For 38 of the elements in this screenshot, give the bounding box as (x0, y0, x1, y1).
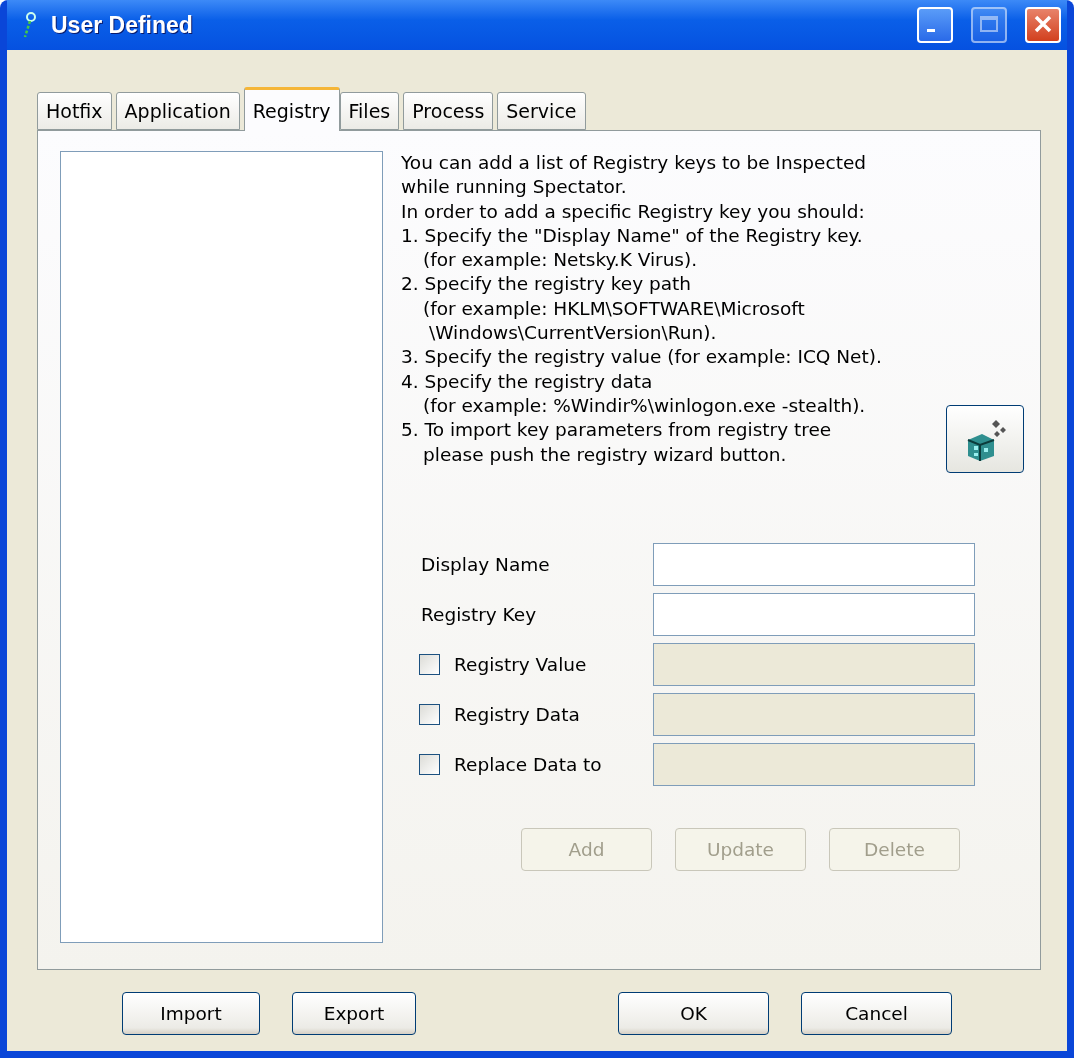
tab[interactable]: Application (115, 92, 240, 130)
minimize-icon (927, 29, 935, 32)
field-label: Registry Data (453, 703, 580, 725)
field-label: Registry Key (420, 603, 538, 625)
footer-button[interactable]: Import (122, 992, 260, 1035)
input-field[interactable] (653, 542, 975, 586)
minimize-button[interactable] (917, 7, 953, 43)
instruction-line: 1. Specify the "Display Name" of the Registry key. (401, 223, 864, 248)
close-icon (1034, 14, 1052, 33)
close-button[interactable] (1025, 7, 1061, 43)
field-label: Replace Data to (453, 753, 602, 775)
instruction-line: 5. To import key parameters from registry tree (401, 418, 833, 443)
instruction-line: 3. Specify the registry value (for example: ICQ Net). (401, 345, 882, 370)
instruction-line: (for example: Netsky.K Virus). (422, 248, 699, 273)
instruction-line: You can add a list of Registry keys to be Inspected (401, 151, 868, 175)
field-label: Display Name (420, 553, 551, 575)
instruction-line: 4. Specify the registry data (401, 369, 654, 394)
instruction-line: In order to add a specific Registry key you should: (401, 199, 866, 224)
instruction-line: \Windows\CurrentVersion\Run). (428, 321, 718, 346)
app-icon (21, 11, 37, 39)
tab[interactable]: Registry (243, 87, 340, 131)
footer-button[interactable]: OK (618, 992, 769, 1035)
registry-wizard-button[interactable] (946, 404, 1024, 473)
input-field[interactable] (653, 592, 975, 636)
tab[interactable]: Files (339, 92, 400, 130)
window-title: User Defined (51, 11, 194, 39)
tab[interactable]: Service (497, 92, 586, 130)
tab[interactable]: Hotfix (37, 92, 112, 130)
instruction-line: (for example: %Windir%\winlogon.exe -stealth). (422, 393, 867, 418)
footer-button[interactable]: Export (292, 992, 416, 1035)
maximize-icon (980, 15, 998, 32)
instruction-line: while running Spectator. (401, 175, 628, 200)
instruction-line: (for example: HKLM\SOFTWARE\Microsoft (422, 296, 806, 321)
instruction-line: 2. Specify the registry key path (401, 272, 693, 297)
footer-button[interactable]: Cancel (801, 992, 952, 1035)
field-label: Registry Value (453, 653, 587, 675)
instruction-line: please push the registry wizard button. (422, 442, 788, 467)
tab[interactable]: Process (403, 92, 494, 130)
